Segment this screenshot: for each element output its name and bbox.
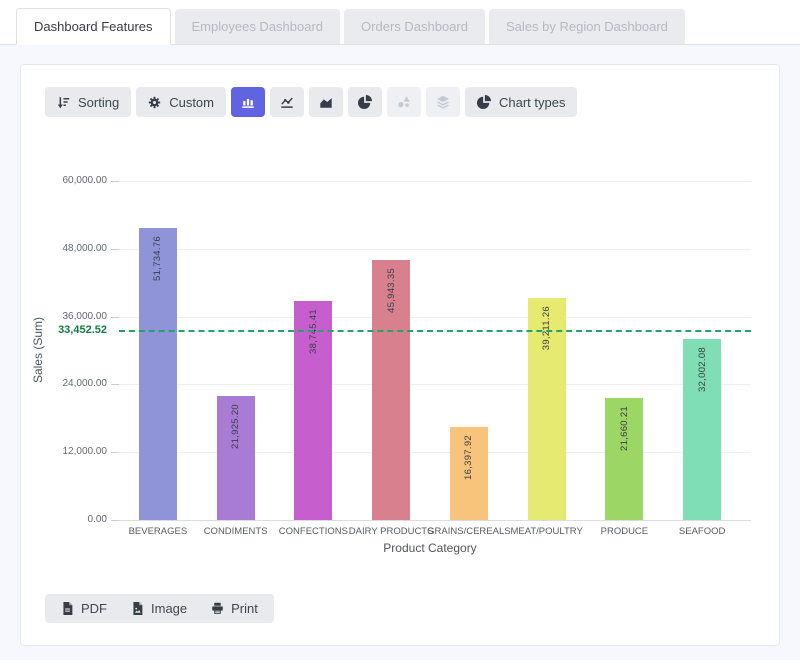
export-image-button[interactable]: Image [131,601,187,616]
bar-value-label: 16,397.92 [463,435,474,480]
bubble-chart-icon [397,95,411,109]
y-tick-label: 36,000.00 [45,311,107,322]
export-bar: PDF Image [45,594,274,623]
export-pdf-label: PDF [81,601,107,616]
print-button-label: Print [231,601,258,616]
dashboard-tabbar: Dashboard Features Employees Dashboard O… [0,0,800,45]
gridline [119,181,751,182]
bar-value-label: 32,002.08 [697,347,708,392]
x-category-label: MEAT/POULTRY [510,526,582,537]
file-pdf-icon [61,602,74,615]
chart-toolbar: Sorting Custom [45,87,755,117]
y-tick-label: 60,000.00 [45,175,107,186]
bar-chart: 0.00 12,000.00 24,000.00 36,000.00 48,000.00… [45,117,755,577]
gridline [119,249,751,250]
x-category-label: PRODUCE [601,526,649,537]
export-pdf-button[interactable]: PDF [61,601,107,616]
dashboard-card: Sorting Custom [20,64,780,646]
custom-button[interactable]: Custom [136,87,226,117]
stacked-chart-type-button[interactable] [426,87,460,117]
bar-value-label-wrap: 45,943.35 [372,260,410,520]
x-category-label: CONFECTIONS [279,526,348,537]
average-reference-label: 33,452.52 [45,324,107,336]
x-axis-title: Product Category [383,541,476,555]
bar-value-label-wrap: 21,925.20 [217,396,255,520]
file-image-icon [131,602,144,615]
pie-chart-type-button[interactable] [348,87,382,117]
y-tick-mark [111,249,119,250]
gridline [119,384,751,385]
bar-value-label-wrap: 51,734.76 [139,228,177,520]
custom-button-label: Custom [169,95,214,110]
bar-chart-icon [241,95,255,109]
bar-value-label: 39,211.26 [541,306,552,350]
gridline [119,520,751,521]
x-category-label: BEVERAGES [129,526,188,537]
line-chart-type-button[interactable] [270,87,304,117]
plot-area: 0.00 12,000.00 24,000.00 36,000.00 48,000.00… [45,117,755,577]
bar-value-label: 51,734.76 [152,236,163,281]
y-tick-mark [111,181,119,182]
bubble-chart-type-button[interactable] [387,87,421,117]
sorting-button-label: Sorting [78,95,119,110]
bar-value-label-wrap: 32,002.08 [683,339,721,520]
bar-chart-type-button[interactable] [231,87,265,117]
area-chart-icon [319,95,333,109]
bar-value-label: 21,660.21 [619,406,630,451]
y-tick-label: 24,000.00 [45,378,107,389]
x-category-label: GRAINS/CEREALS [427,526,510,537]
tab-orders-dashboard[interactable]: Orders Dashboard [344,9,485,44]
print-button[interactable]: Print [211,601,258,616]
bar-value-label-wrap: 38,745.41 [294,301,332,520]
pie-chart-icon [358,95,372,109]
gridline [119,317,751,318]
x-category-label: CONDIMENTS [204,526,268,537]
chart-types-button-label: Chart types [499,95,565,110]
average-reference-line [119,330,751,332]
y-tick-mark [111,384,119,385]
sorting-button[interactable]: Sorting [45,87,131,117]
y-tick-label: 0.00 [45,514,107,525]
chart-types-button[interactable]: Chart types [465,87,577,117]
tab-dashboard-features[interactable]: Dashboard Features [16,8,171,45]
line-chart-icon [280,95,294,109]
print-icon [211,602,224,615]
stacked-chart-icon [436,95,450,109]
y-tick-label: 12,000.00 [45,446,107,457]
y-tick-mark [111,452,119,453]
sort-amount-icon [57,96,70,109]
y-axis-title: Sales (Sum) [31,317,45,383]
export-image-label: Image [151,601,187,616]
y-tick-mark [111,317,119,318]
bar-value-label-wrap: 21,660.21 [605,398,643,520]
area-chart-type-button[interactable] [309,87,343,117]
tab-sales-by-region-dashboard[interactable]: Sales by Region Dashboard [489,9,685,44]
pie-chart-icon [477,95,491,109]
x-category-label: SEAFOOD [679,526,725,537]
y-tick-mark [111,520,119,521]
tab-employees-dashboard[interactable]: Employees Dashboard [175,9,341,44]
x-category-label: DAIRY PRODUCTS [349,526,434,537]
bar-value-label-wrap: 16,397.92 [450,427,488,520]
y-axis-title-wrap: Sales (Sum) [31,181,45,520]
gear-icon [148,96,161,109]
y-tick-label: 48,000.00 [45,243,107,254]
gridline [119,452,751,453]
bar-value-label: 21,925.20 [230,404,241,449]
bar-value-label: 45,943.35 [386,268,397,313]
